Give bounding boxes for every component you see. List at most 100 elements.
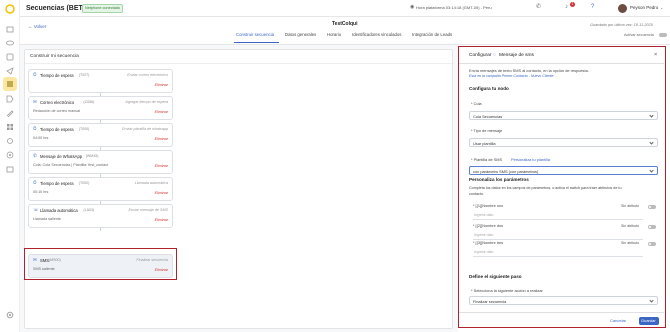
active-tab-indicator xyxy=(234,42,279,44)
node-title: Llamada automática xyxy=(40,208,78,213)
delete-node-link[interactable]: Eliminar xyxy=(155,164,168,169)
sidebar xyxy=(0,0,20,332)
phone-icon[interactable]: ✆ xyxy=(536,4,541,10)
param-1-placeholder: Ingrese dato xyxy=(474,213,494,217)
activate-toggle[interactable] xyxy=(659,33,667,37)
node-icon: ☏ xyxy=(33,207,39,212)
next-action-label: * Selecciona la siguiente acción a reali… xyxy=(471,288,543,293)
section-next-step: Define el siguiente paso xyxy=(469,274,522,279)
last-saved: Guardado por última vez: 18-11-2025 xyxy=(590,23,653,27)
bell-icon[interactable]: ♪ xyxy=(565,4,568,10)
chevron-down-icon xyxy=(649,113,654,118)
node-subtitle: Redacción de correo manual xyxy=(33,109,81,113)
param-2-placeholder: Ingrese dato xyxy=(474,233,494,237)
tipo-select[interactable]: Usar plantilla xyxy=(469,138,658,147)
campaign-link[interactable]: Está en la campaña Primer Contacto - Nue… xyxy=(469,74,554,79)
eye-icon[interactable] xyxy=(5,38,15,48)
node-subtitle: 00:10 hrs xyxy=(33,190,49,194)
plantilla-label: * Plantilla de SMS xyxy=(471,157,503,162)
node-id: (WM45) xyxy=(85,154,99,158)
gear-icon[interactable] xyxy=(5,310,15,320)
divider xyxy=(459,63,664,64)
delete-node-link[interactable]: Eliminar xyxy=(155,83,168,88)
panel-title: Mensaje de sms xyxy=(499,53,534,58)
tab-identifiers[interactable]: Identificadores vinculados xyxy=(352,32,401,37)
back-link[interactable]: ← Volver xyxy=(28,24,46,30)
avatar[interactable] xyxy=(618,4,627,13)
logo-icon[interactable] xyxy=(5,4,15,14)
cola-select[interactable]: Cola Secuencias xyxy=(469,111,658,120)
params-description-cont: contacto. xyxy=(469,192,484,196)
delete-node-link[interactable]: Eliminar xyxy=(155,137,168,142)
tab-general[interactable]: Datos generales xyxy=(285,32,316,37)
user-name[interactable]: Peyson Pedro xyxy=(630,5,658,11)
param-3-placeholder: Ingrese dato xyxy=(474,250,494,254)
activate-label: Activar secuencia xyxy=(624,33,654,37)
delete-node-link[interactable]: Eliminar xyxy=(155,191,168,196)
connection-badge: Netphone conectado xyxy=(82,4,124,13)
node-icon: ✆ xyxy=(33,153,37,158)
sequence-node[interactable]: ⏱ Tiempo de espera (T002) Llamada automátic… xyxy=(28,177,173,201)
param-2-label: * [{2}]Nombre dos xyxy=(473,224,503,228)
params-description: Completa los datos en los campos de pará… xyxy=(469,186,622,190)
param-1-switch-label: Sin atributo xyxy=(621,204,640,208)
sequence-node[interactable]: ⏱ Tiempo de espera (T000) Enviar plantilla … xyxy=(28,123,173,147)
globe-icon: ◉ xyxy=(410,4,415,10)
node-next-action: Enviar correo electrónico xyxy=(127,73,168,77)
sequence-node[interactable]: ☏ Llamada automática (LA03) Enviar mensaje … xyxy=(28,204,173,228)
param-1-switch[interactable] xyxy=(648,205,656,209)
sequence-node[interactable]: ⏱ Tiempo de espera (T027) Enviar correo ele… xyxy=(28,69,173,93)
node-icon: ⏱ xyxy=(33,126,37,131)
save-button[interactable]: Guardar xyxy=(639,317,659,325)
help-icon[interactable]: ? xyxy=(591,4,594,10)
tab-build[interactable]: Construir secuencia xyxy=(236,32,274,37)
edit-icon[interactable] xyxy=(5,108,15,118)
page-title: Secuencias (BETA) xyxy=(26,5,90,12)
sequence-node[interactable]: ✆ Mensaje de WhatsApp (WM45) Cola: Cola Sec… xyxy=(28,150,173,174)
sub-header: ← Volver TestColqui Guardado por última … xyxy=(20,17,670,45)
cancel-button[interactable]: Cancelar xyxy=(607,317,633,325)
sequences-icon[interactable] xyxy=(3,77,17,91)
broadcast-icon[interactable] xyxy=(5,150,15,160)
platform-clock: Hora plataforma 03:14:18 (GMT-05) - Perú xyxy=(416,5,492,10)
delete-node-link[interactable]: Eliminar xyxy=(155,218,168,223)
home-icon[interactable] xyxy=(5,24,15,34)
node-icon: ⏱ xyxy=(33,180,37,185)
selected-node-highlight xyxy=(24,248,177,280)
plantilla-select[interactable]: con parámetro SMS (con parámetros) xyxy=(469,166,658,175)
section-params: Personaliza los parámetros xyxy=(469,177,529,182)
param-3-input[interactable]: Ingrese dato xyxy=(473,250,643,257)
node-title: Mensaje de WhatsApp xyxy=(40,154,83,159)
chevron-down-icon[interactable]: ⌄ xyxy=(660,6,663,10)
cola-label: * Cola xyxy=(471,101,482,106)
tab-schedule[interactable]: Horario xyxy=(327,32,341,37)
divider xyxy=(25,63,454,64)
settings-icon[interactable] xyxy=(5,136,15,146)
delete-node-link[interactable]: Eliminar xyxy=(155,110,168,115)
param-2-switch-label: Sin atributo xyxy=(621,224,640,228)
param-3-switch-label: Sin atributo xyxy=(621,241,640,245)
close-icon[interactable]: × xyxy=(654,52,657,59)
node-title: Correo electrónico xyxy=(40,100,75,105)
next-action-select[interactable]: Finalizar secuencia xyxy=(469,296,658,305)
node-next-action: Llamada automática xyxy=(134,181,168,185)
node-subtitle: Cola: Cola Secuencias | Plantilla: first… xyxy=(33,163,109,167)
chevron-down-icon xyxy=(649,168,654,173)
tag-icon[interactable] xyxy=(5,94,15,104)
contacts-icon[interactable] xyxy=(5,52,15,62)
calendar-icon[interactable] xyxy=(5,164,15,174)
sequence-node[interactable]: ✉ Correo electrónico (C056) Agregar tiempo … xyxy=(28,96,173,120)
topbar: Secuencias (BETA) Netphone conectado Hor… xyxy=(20,0,670,17)
customize-template-link[interactable]: Personaliza tu plantilla xyxy=(511,158,550,162)
section-configure-node: Configura tu nodo xyxy=(469,86,509,91)
param-2-input[interactable]: Ingrese dato xyxy=(473,233,643,240)
param-1-input[interactable]: Ingrese dato xyxy=(473,213,643,220)
param-3-switch[interactable] xyxy=(648,242,656,246)
node-connector xyxy=(100,228,101,231)
grid-icon[interactable] xyxy=(5,122,15,132)
tab-leads[interactable]: Integración de Leads xyxy=(412,32,452,37)
sequence-name: TestColqui xyxy=(332,21,358,27)
node-next-action: Agregar tiempo de espera xyxy=(125,100,168,104)
param-2-switch[interactable] xyxy=(648,225,656,229)
send-icon[interactable] xyxy=(5,66,15,76)
